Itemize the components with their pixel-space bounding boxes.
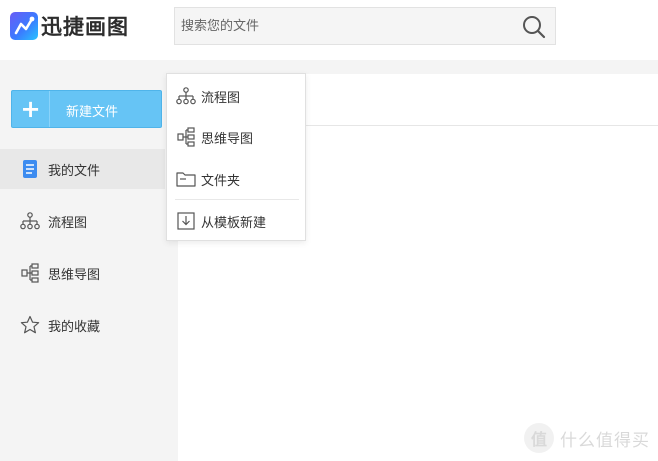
sidebar-item-my-files[interactable]: 我的文件	[0, 149, 165, 189]
flowchart-icon	[175, 85, 197, 107]
app-logo[interactable]: 迅捷画图	[10, 10, 129, 42]
new-file-dropdown: 流程图 思维导图 文件夹 从模板新建	[166, 73, 306, 241]
mindmap-icon	[19, 262, 41, 284]
dropdown-item-mindmap[interactable]: 思维导图	[167, 117, 305, 157]
sidebar-item-label: 我的文件	[48, 163, 101, 179]
search-box	[174, 7, 556, 45]
dropdown-item-folder[interactable]: 文件夹	[167, 159, 305, 199]
site-watermark: 值 什么值得买	[524, 423, 650, 453]
sidebar-item-label: 思维导图	[48, 267, 101, 283]
sidebar-item-flowchart[interactable]: 流程图	[0, 201, 165, 241]
sidebar-item-label: 我的收藏	[48, 319, 101, 335]
dropdown-item-label: 流程图	[201, 90, 241, 106]
new-file-label: 新建文件	[66, 105, 119, 120]
app-header: 迅捷画图	[0, 0, 658, 54]
dropdown-item-label: 思维导图	[201, 131, 254, 147]
sidebar-item-label: 流程图	[48, 215, 88, 231]
sidebar: + 新建文件 我的文件 流程图 思维导图 我的收藏	[0, 74, 178, 461]
watermark-text: 什么值得买	[560, 430, 650, 451]
sidebar-item-mindmap[interactable]: 思维导图	[0, 253, 165, 293]
document-icon	[19, 158, 41, 180]
plus-icon: +	[12, 91, 50, 127]
dropdown-item-label: 文件夹	[201, 173, 241, 189]
template-download-icon	[175, 210, 197, 232]
search-input[interactable]	[175, 8, 515, 44]
dropdown-item-label: 从模板新建	[201, 215, 267, 231]
watermark-logo: 值	[524, 423, 554, 453]
folder-icon	[175, 168, 197, 190]
search-icon[interactable]	[521, 14, 547, 40]
mindmap-icon	[175, 126, 197, 148]
app-name: 迅捷画图	[41, 15, 129, 39]
dropdown-item-from-template[interactable]: 从模板新建	[167, 201, 305, 241]
sidebar-item-favorites[interactable]: 我的收藏	[0, 305, 165, 345]
logo-icon	[10, 12, 38, 40]
header-divider-band	[0, 60, 658, 74]
star-icon	[19, 314, 41, 336]
new-file-button[interactable]: + 新建文件	[11, 90, 162, 128]
dropdown-divider	[175, 199, 299, 200]
dropdown-item-flowchart[interactable]: 流程图	[167, 76, 305, 116]
flowchart-icon	[19, 210, 41, 232]
